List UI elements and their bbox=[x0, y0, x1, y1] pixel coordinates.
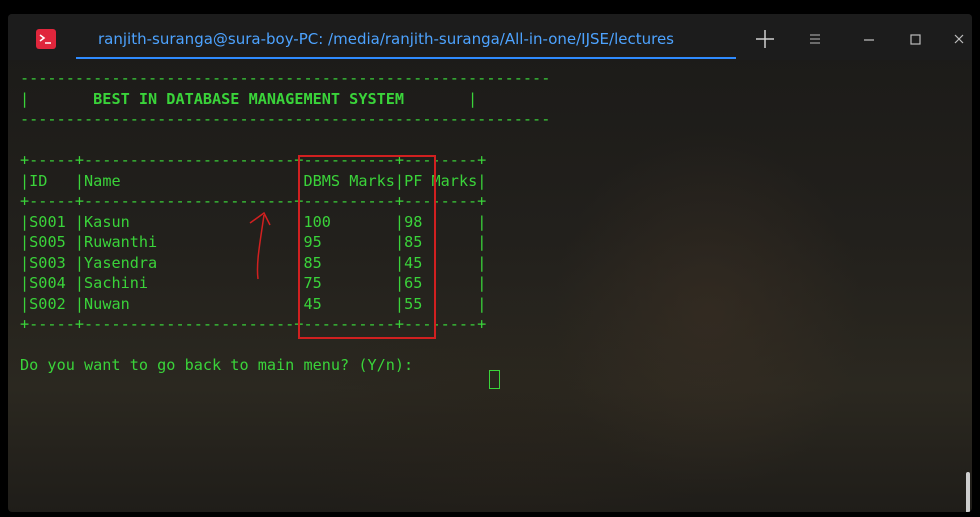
table-row-id: S003 bbox=[29, 253, 66, 272]
maximize-button[interactable] bbox=[902, 26, 928, 52]
terminal-window: ranjith-suranga@sura-boy-PC: /media/ranj… bbox=[8, 14, 972, 512]
terminal-text: ----------------------------------------… bbox=[20, 69, 551, 374]
minimize-icon bbox=[864, 39, 874, 41]
maximize-icon bbox=[910, 34, 921, 45]
scrollbar[interactable] bbox=[966, 472, 970, 512]
table-row-name: Sachini bbox=[84, 274, 149, 292]
table-row-name: Yasendra bbox=[84, 253, 158, 272]
terminal-app-icon bbox=[36, 29, 56, 49]
column-header-id: ID bbox=[29, 171, 48, 190]
table-row-id: S002 bbox=[29, 294, 66, 313]
minimize-button[interactable] bbox=[856, 26, 882, 52]
table-row-name: Nuwan bbox=[84, 294, 130, 313]
title-bar: ranjith-suranga@sura-boy-PC: /media/ranj… bbox=[8, 14, 972, 60]
terminal-cursor[interactable] bbox=[489, 370, 500, 389]
active-tab-indicator bbox=[76, 57, 736, 59]
hamburger-icon bbox=[810, 34, 820, 44]
table-row-id: S004 bbox=[29, 274, 66, 292]
table-row-id: S001 bbox=[29, 212, 66, 231]
plus-icon bbox=[756, 30, 774, 48]
banner-top-border: ----------------------------------------… bbox=[20, 69, 551, 87]
table-row-name: Kasun bbox=[84, 212, 130, 231]
table-row-name: Ruwanthi bbox=[84, 233, 158, 251]
banner-title: BEST IN DATABASE MANAGEMENT SYSTEM bbox=[93, 89, 405, 108]
column-header-name: Name bbox=[84, 171, 121, 190]
close-button[interactable] bbox=[946, 26, 972, 52]
banner-bottom-border: ----------------------------------------… bbox=[20, 110, 551, 128]
close-icon bbox=[954, 34, 964, 44]
dbms-marks-highlight-annotation bbox=[298, 155, 436, 339]
menu-button[interactable] bbox=[802, 26, 828, 52]
red-arrow-annotation bbox=[249, 211, 271, 280]
new-tab-button[interactable] bbox=[752, 26, 778, 52]
terminal-output[interactable]: ----------------------------------------… bbox=[8, 60, 972, 512]
menu-prompt: Do you want to go back to main menu? (Y/… bbox=[20, 356, 423, 374]
table-row-id: S005 bbox=[29, 233, 66, 251]
window-title: ranjith-suranga@sura-boy-PC: /media/ranj… bbox=[98, 30, 674, 48]
